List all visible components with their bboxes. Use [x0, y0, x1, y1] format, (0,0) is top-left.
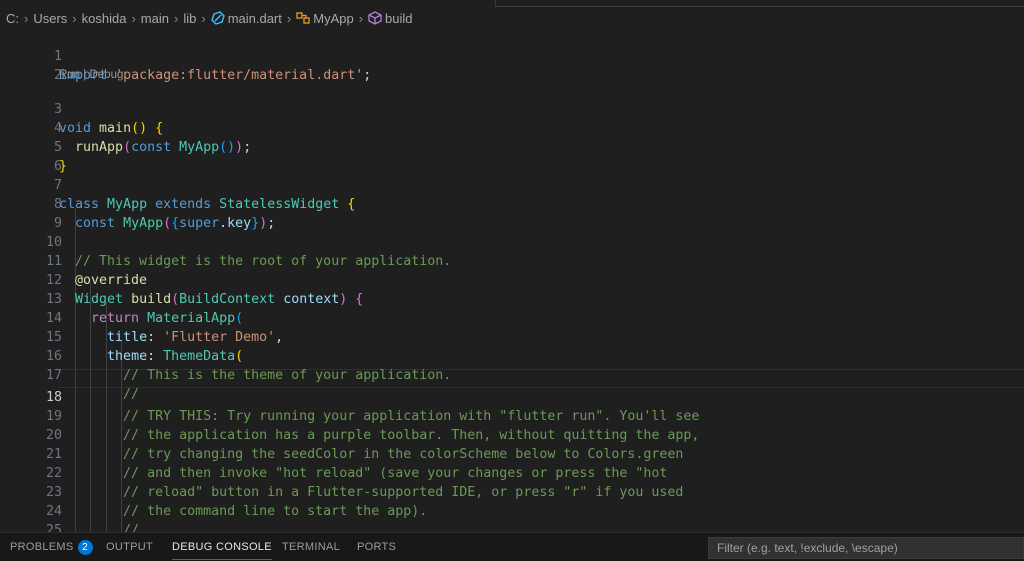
code-line: 4 runApp(const MyApp()); [0, 100, 1024, 155]
breadcrumb-main[interactable]: main [141, 11, 169, 26]
code-line: 21 // and then invoke "hot reload" (save… [0, 426, 1024, 481]
breadcrumb-lib[interactable]: lib [183, 11, 196, 26]
code-line: 24 // [0, 483, 1024, 532]
code-line: 26 // state is not lost during the reloa… [0, 521, 1024, 532]
code-line: 12 Widget build(BuildContext context) { [0, 252, 1024, 307]
chevron-right-icon: › [72, 10, 77, 26]
code-line: 1 import 'package:flutter/material.dart'… [0, 28, 1024, 83]
code-line: 8 const MyApp({super.key}); [0, 176, 1024, 231]
breadcrumb-users[interactable]: Users [33, 11, 67, 26]
chevron-right-icon: › [173, 10, 179, 26]
breadcrumb-method-symbol[interactable]: build [368, 10, 413, 26]
code-line: 9 [0, 195, 1024, 231]
code-line: 14 title: 'Flutter Demo', [0, 290, 1024, 345]
chevron-right-icon: › [24, 10, 29, 26]
code-line: 19 // the application has a purple toolb… [0, 388, 1024, 443]
code-line: 17 // [0, 347, 1024, 402]
chevron-right-icon: › [358, 10, 364, 26]
tab-ports[interactable]: PORTS [357, 533, 396, 561]
breadcrumb-file[interactable]: main.dart [210, 10, 282, 26]
tab-output[interactable]: OUTPUT [106, 533, 153, 561]
chevron-right-icon: › [201, 10, 206, 26]
breadcrumb-method-label: build [385, 10, 413, 26]
code-line: 10 // This widget is the root of your ap… [0, 214, 1024, 269]
tab-problems-label: PROBLEMS [10, 541, 74, 553]
breadcrumb-class-label: MyApp [313, 10, 354, 26]
chevron-right-icon: › [286, 10, 292, 26]
code-line: 22 // reload" button in a Flutter-suppor… [0, 445, 1024, 500]
filter-input[interactable] [708, 537, 1024, 559]
code-line: 20 // try changing the seedColor in the … [0, 407, 1024, 462]
code-line: 3 void main() { [0, 81, 1024, 136]
code-line: 5 } [0, 119, 1024, 174]
code-editor[interactable]: 1 import 'package:flutter/material.dart'… [0, 28, 1024, 532]
breadcrumb-drive[interactable]: C: [6, 11, 19, 26]
class-symbol-icon [296, 12, 310, 24]
breadcrumb-file-label: main.dart [227, 10, 282, 26]
code-line: 16 // This is the theme of your applicat… [0, 328, 1024, 383]
chevron-right-icon: › [131, 10, 136, 26]
tab-problems[interactable]: PROBLEMS 2 [10, 533, 93, 561]
code-line-current: 18 // TRY THIS: Try running your applica… [0, 369, 1024, 424]
code-line: 15 theme: ThemeData( [0, 309, 1024, 364]
tab-terminal[interactable]: TERMINAL [282, 533, 340, 561]
code-line: 23 // the command line to start the app)… [0, 464, 1024, 519]
breadcrumb-koshida[interactable]: koshida [82, 11, 127, 26]
tab-debug-console[interactable]: DEBUG CONSOLE [172, 533, 272, 561]
breadcrumb-class-symbol[interactable]: MyApp [296, 10, 354, 26]
dart-file-icon [210, 11, 225, 25]
code-line: 7 class MyApp extends StatelessWidget { [0, 157, 1024, 212]
code-line: 11 @override [0, 233, 1024, 288]
code-line: 13 return MaterialApp( [0, 271, 1024, 326]
code-line: 25 // Notice that the counter didn't res… [0, 502, 1024, 532]
problems-count-badge: 2 [77, 539, 93, 555]
method-symbol-icon [368, 11, 382, 25]
bottom-panel: PROBLEMS 2 OUTPUT DEBUG CONSOLE TERMINAL … [0, 532, 1024, 561]
code-line: 2 [0, 47, 1024, 83]
code-line: 6 [0, 138, 1024, 174]
